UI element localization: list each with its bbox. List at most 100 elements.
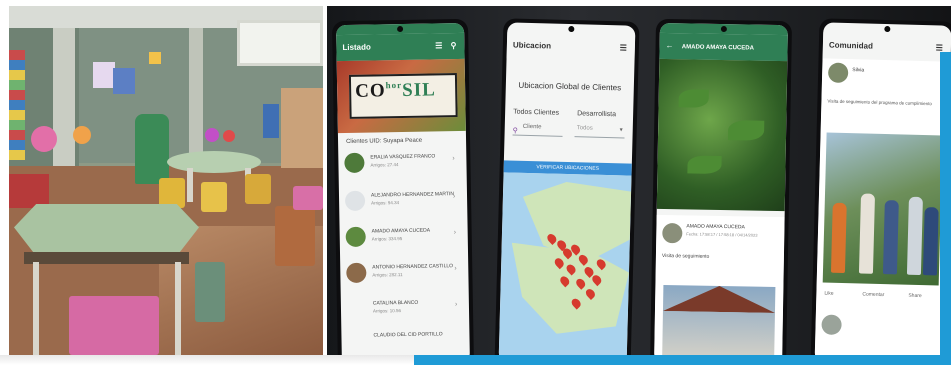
menu-icon[interactable]: ☰ bbox=[435, 33, 443, 59]
comment-button[interactable]: Comentar bbox=[862, 291, 884, 298]
hexagon-table bbox=[14, 204, 199, 256]
camera-hole bbox=[884, 25, 891, 33]
chair bbox=[201, 182, 227, 212]
post-text: Visita de seguimiento del programa de cu… bbox=[827, 98, 932, 107]
phones-photo: Listado ☰ ⚲ COhorSIL Clientes UID: Suyap… bbox=[327, 6, 951, 355]
camera-hole bbox=[568, 25, 575, 33]
table-leg bbox=[175, 262, 181, 355]
item-sub: Arrigos: 282.11 bbox=[372, 272, 403, 278]
item-name: AMADO AMAYA CUCEDA bbox=[371, 227, 431, 235]
map[interactable] bbox=[498, 172, 632, 355]
classroom-photo bbox=[9, 6, 323, 355]
post-author: Silvia bbox=[852, 67, 865, 74]
table-leg bbox=[33, 262, 39, 355]
item-sub: Arrigos: 94.34 bbox=[371, 200, 400, 206]
leaf bbox=[687, 155, 722, 175]
camera-hole bbox=[397, 25, 404, 33]
chevron-right-icon: › bbox=[452, 193, 456, 201]
dropdown-arrow-icon: ▾ bbox=[619, 127, 623, 134]
pink-chair bbox=[69, 296, 159, 355]
client-select[interactable]: Cliente ⚲ bbox=[512, 120, 563, 137]
avatar bbox=[344, 152, 365, 174]
phone-screen: Ubicacion ☰ Ubicacion Global de Clientes… bbox=[498, 22, 636, 355]
bottom-shadow bbox=[0, 355, 414, 365]
app-bar: ← AMADO AMAYA CUCEDA bbox=[659, 32, 788, 62]
like-button[interactable]: Like bbox=[824, 291, 833, 297]
app-bar-title: Listado bbox=[342, 42, 371, 53]
pink-chair bbox=[293, 186, 323, 210]
avatar bbox=[662, 222, 683, 244]
phone-screen: Listado ☰ ⚲ COhorSIL Clientes UID: Suyap… bbox=[336, 22, 470, 355]
person bbox=[858, 193, 876, 274]
wall-decoration bbox=[149, 52, 161, 64]
avatar bbox=[345, 226, 366, 248]
page-heading: Ubicacion Global de Clientes bbox=[518, 80, 622, 93]
phone-screen: ← AMADO AMAYA CUCEDA AMADO AMAYA CUCEDA … bbox=[654, 22, 788, 355]
developer-select[interactable]: Todos ▾ bbox=[574, 122, 625, 139]
avatar bbox=[344, 190, 366, 212]
post-author: AMADO AMAYA CUCEDA bbox=[686, 223, 745, 231]
list-item[interactable]: ANTONIO HERNANDEZ CASTILLO Arrigos: 282.… bbox=[346, 259, 462, 287]
back-arrow-icon[interactable]: ← bbox=[666, 41, 674, 50]
app-bar-title: AMADO AMAYA CUCEDA bbox=[681, 44, 754, 52]
search-icon[interactable]: ⚲ bbox=[450, 33, 456, 59]
item-name: ALEJANDRO HERNANDEZ MARTIN bbox=[370, 191, 455, 199]
item-sub: Arrigos: 334.95 bbox=[371, 236, 403, 242]
app-bar: Listado ☰ ⚲ bbox=[336, 32, 465, 62]
chair bbox=[159, 178, 185, 208]
chevron-right-icon: › bbox=[454, 301, 458, 309]
item-name: ANTONIO HERNANDEZ CASTILLO bbox=[372, 263, 454, 271]
paper-flower bbox=[223, 130, 235, 142]
app-bar-title: Ubicacion bbox=[512, 40, 552, 51]
search-icon: ⚲ bbox=[512, 127, 518, 135]
logo-text: COhorSIL bbox=[354, 79, 436, 102]
wall-decoration bbox=[113, 68, 135, 94]
app-bar: Comunidad ☰ bbox=[822, 32, 951, 62]
post-date: Fecha: 17:58:17 / 17:58:18 / 04/14/2023 bbox=[686, 231, 758, 238]
red-shelf bbox=[9, 174, 49, 208]
app-bar-title: Comunidad bbox=[828, 40, 874, 51]
list-header: Clientes UID: Suyapa Peace bbox=[346, 137, 423, 145]
coffee-plant-photo bbox=[656, 58, 788, 212]
item-name: CLAUDIO DEL CID PORTILLO bbox=[373, 331, 443, 339]
phone-screen: Comunidad ☰ Silvia Visita de seguimiento… bbox=[814, 22, 951, 355]
filter-label: Desarrollista bbox=[577, 110, 617, 119]
list-item[interactable]: ERALIA VASQUEZ FRANCO Arrigos: 27.44 › bbox=[344, 149, 460, 177]
chair bbox=[275, 206, 315, 266]
paper-flower bbox=[205, 128, 219, 142]
avatar bbox=[827, 62, 849, 84]
person bbox=[830, 202, 847, 274]
window bbox=[237, 20, 323, 66]
item-name: CATALINA BLANCO bbox=[372, 299, 419, 307]
avatar bbox=[346, 262, 367, 283]
chevron-right-icon: › bbox=[454, 265, 457, 273]
wall-decoration bbox=[93, 62, 115, 88]
leaf bbox=[727, 120, 765, 141]
filter-label: Todos Clientes bbox=[513, 108, 560, 117]
chevron-right-icon: › bbox=[452, 155, 455, 163]
app-bar: Ubicacion ☰ bbox=[506, 32, 636, 62]
green-chair bbox=[195, 262, 225, 322]
leaf bbox=[678, 89, 709, 108]
post-text: Visita de seguimiento bbox=[661, 252, 710, 260]
wall-decoration bbox=[263, 104, 279, 138]
blue-accent-side bbox=[940, 52, 951, 355]
person bbox=[906, 196, 923, 276]
phone-community: Comunidad ☰ Silvia Visita de seguimiento… bbox=[810, 18, 951, 355]
pillar bbox=[189, 28, 203, 158]
person bbox=[882, 200, 899, 275]
list-item[interactable]: CATALINA BLANCO Arrigos: 10.56 › bbox=[347, 295, 463, 323]
paper-flower bbox=[31, 126, 57, 152]
list-item[interactable]: CLAUDIO DEL CID PORTILLO bbox=[347, 327, 463, 355]
list-item[interactable]: AMADO AMAYA CUCEDA Arrigos: 334.95 › bbox=[345, 223, 462, 251]
person bbox=[922, 207, 939, 276]
table-leg bbox=[187, 168, 193, 202]
share-button[interactable]: Share bbox=[908, 293, 921, 299]
chevron-right-icon: › bbox=[453, 229, 457, 237]
phone-profile: ← AMADO AMAYA CUCEDA AMADO AMAYA CUCEDA … bbox=[649, 18, 793, 355]
easel-board bbox=[281, 88, 323, 168]
menu-icon[interactable]: ☰ bbox=[619, 35, 627, 61]
phone-list: Listado ☰ ⚲ COhorSIL Clientes UID: Suyap… bbox=[331, 18, 475, 355]
green-cabinet bbox=[135, 114, 169, 184]
list-item[interactable]: ALEJANDRO HERNANDEZ MARTIN Arrigos: 94.3… bbox=[344, 187, 461, 215]
